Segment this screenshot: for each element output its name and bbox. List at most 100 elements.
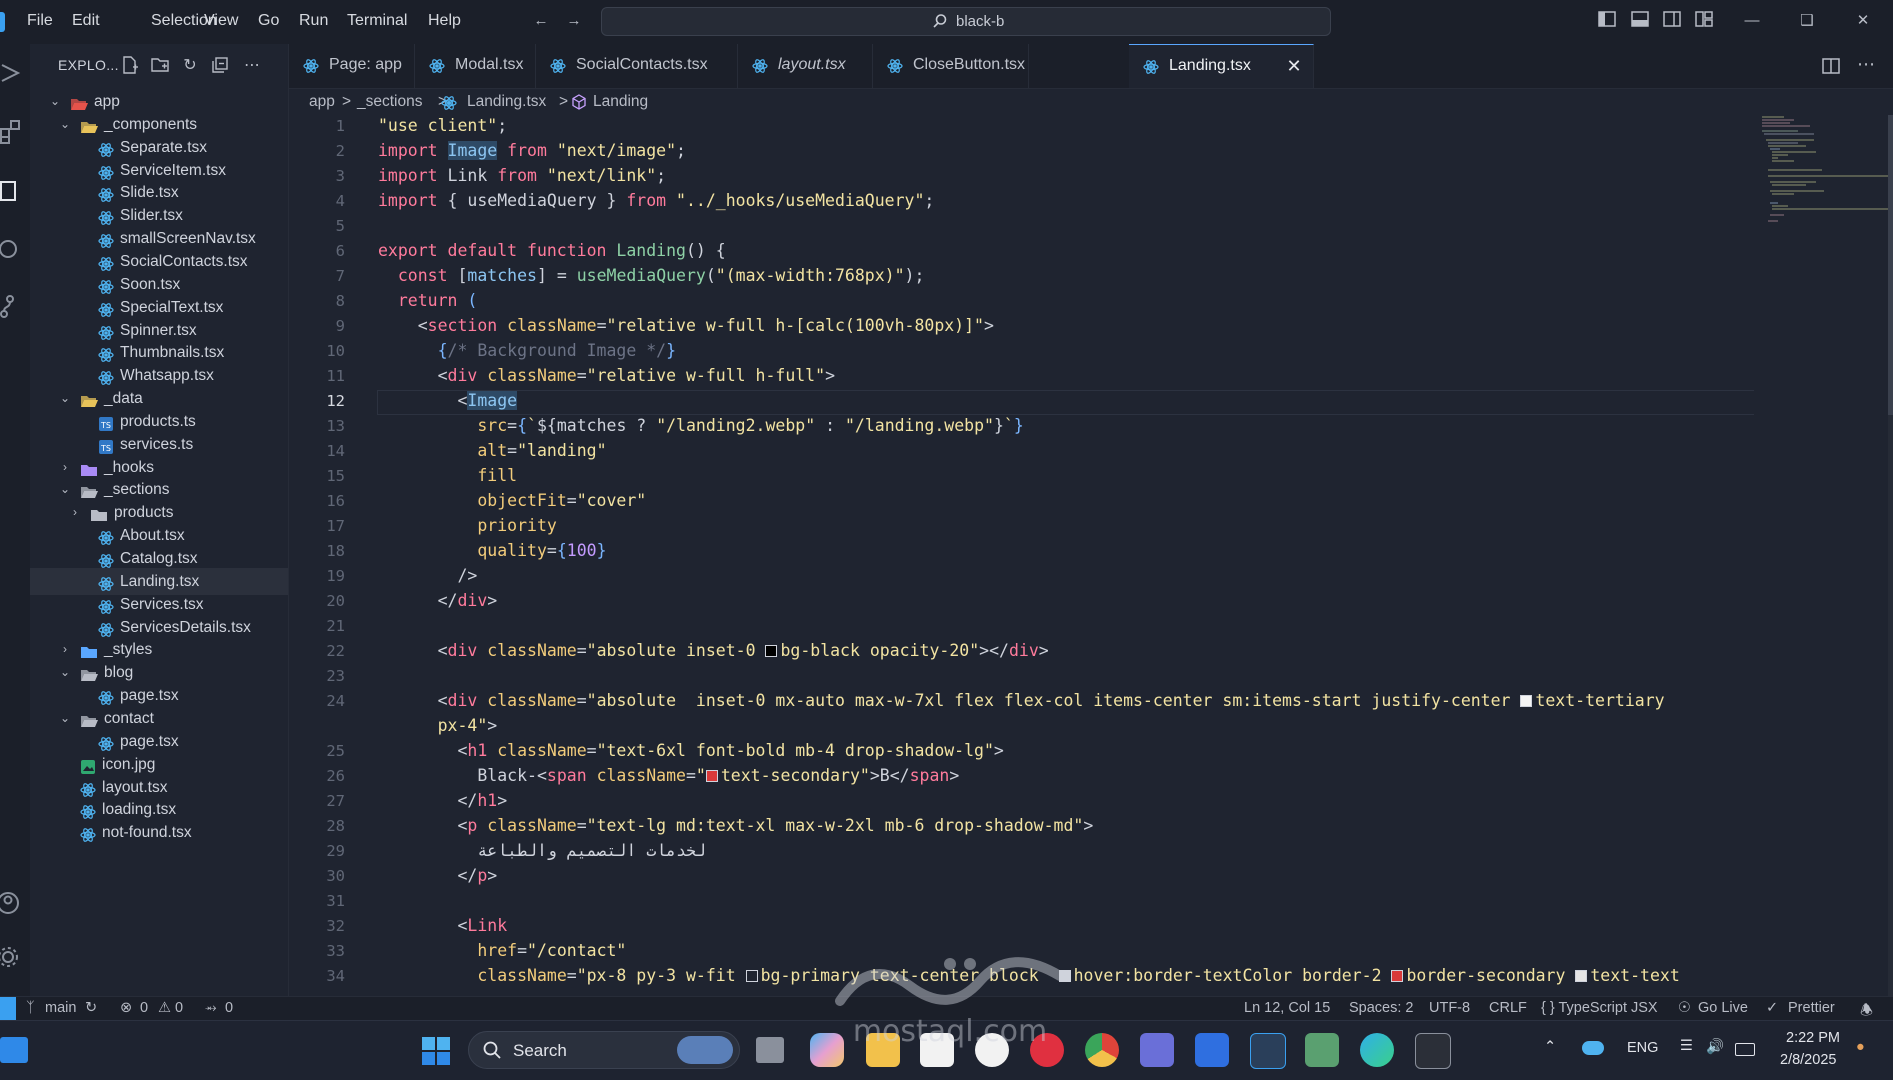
close-window-icon[interactable]: ✕ [1853,11,1873,31]
code-line[interactable]: import Link from "next/link"; [378,166,666,185]
code-line[interactable]: const [matches] = useMediaQuery("(max-wi… [378,266,925,285]
code-line[interactable]: لخدمات التصميم والطباعة [378,841,705,860]
wifi-icon[interactable]: ☰ [1680,1038,1693,1054]
toggle-primary-sidebar-icon[interactable] [1597,11,1617,31]
widgets-icon[interactable] [0,1037,28,1063]
menu-item-view[interactable]: View [204,12,238,30]
breadcrumb-item[interactable]: _sections [357,93,422,111]
back-arrow-icon[interactable]: ← [531,11,551,31]
menu-item-file[interactable]: File [27,12,53,30]
notepad-icon[interactable] [1305,1033,1339,1067]
color-swatch[interactable] [1391,970,1404,982]
end-of-line[interactable]: CRLF [1489,1000,1527,1016]
chrome-icon[interactable] [1085,1033,1119,1067]
branch-name[interactable]: main [45,1000,76,1016]
code-line[interactable]: quality={100} [378,541,606,560]
remote-indicator[interactable] [0,997,16,1021]
restore-icon[interactable]: ❑ [1797,11,1817,31]
code-line[interactable]: </h1> [378,791,507,810]
new-folder-icon[interactable] [150,56,170,76]
input-language[interactable]: ENG [1627,1040,1658,1056]
code-line[interactable]: <section className="relative w-full h-[c… [378,316,994,335]
code-line[interactable]: <div className="absolute inset-0 bg-blac… [378,641,1049,660]
clock-date[interactable]: 2/8/2025 [1780,1052,1836,1068]
code-line[interactable]: return ( [378,291,477,310]
split-editor-icon[interactable] [1822,57,1840,80]
vscode-taskbar-icon[interactable] [1250,1033,1286,1069]
taskbar-search[interactable]: Search [468,1031,740,1069]
vscode-logo-icon[interactable] [0,12,5,32]
code-line[interactable]: src={`${matches ? "/landing2.webp" : "/l… [378,416,1023,435]
code-line[interactable]: /> [378,566,477,585]
toggle-panel-icon[interactable] [1630,11,1650,31]
editor-tab[interactable]: Modal.tsx [415,44,536,88]
code-line[interactable]: objectFit="cover" [378,491,646,510]
command-center[interactable]: black-b [601,7,1331,36]
breadcrumb-item[interactable]: app [309,93,335,111]
run-debug-icon[interactable] [0,60,26,86]
menu-item-terminal[interactable]: Terminal [347,12,407,30]
code-line[interactable]: Black-<span className=" text-secondary">B… [378,766,959,785]
code-line[interactable]: </p> [378,866,497,885]
indentation[interactable]: Spaces: 2 [1349,1000,1414,1016]
customize-layout-icon[interactable] [1694,11,1714,31]
volume-icon[interactable]: 🔊 [1706,1038,1724,1055]
code-editor[interactable]: 1 "use client"; 2 import Image from "next/i… [289,115,1754,996]
search-activity-icon[interactable] [0,237,26,263]
terminal-icon[interactable] [1415,1033,1451,1069]
menu-item-go[interactable]: Go [258,12,279,30]
toggle-secondary-sidebar-icon[interactable] [1662,11,1682,31]
breadcrumb-item[interactable]: Landing.tsx [467,93,546,111]
warning-count[interactable]: 0 [175,1000,183,1016]
editor-more-actions-icon[interactable]: ⋯ [1857,54,1875,75]
clock-time[interactable]: 2:22 PM [1786,1030,1840,1046]
refresh-icon[interactable]: ↻ [180,56,200,76]
onedrive-icon[interactable] [1582,1041,1604,1055]
more-actions-icon[interactable]: ⋯ [242,56,262,76]
collapse-all-icon[interactable] [210,56,230,76]
menu-item-run[interactable]: Run [299,12,328,30]
cursor-position[interactable]: Ln 12, Col 15 [1244,1000,1330,1016]
encoding[interactable]: UTF-8 [1429,1000,1470,1016]
forward-arrow-icon[interactable]: → [564,11,584,31]
sync-icon[interactable]: ↻ [85,1000,97,1016]
breadcrumb-item[interactable]: Landing [593,93,648,111]
code-line[interactable]: export default function Landing() { [378,241,726,260]
color-swatch[interactable] [765,645,778,657]
power-automate-icon[interactable] [1195,1033,1229,1067]
go-live-button[interactable]: Go Live [1698,1000,1748,1016]
menu-item-edit[interactable]: Edit [72,12,100,30]
code-line[interactable]: px-4"> [378,716,498,735]
start-button-icon[interactable] [421,1036,451,1066]
minimize-icon[interactable]: — [1742,11,1762,31]
code-line[interactable]: <div className="relative w-full h-full"> [378,366,835,385]
ports-icon[interactable]: ⥇ [205,1000,217,1016]
code-line[interactable]: <p className="text-lg md:text-xl max-w-2… [378,816,1093,835]
error-count[interactable]: 0 [140,1000,148,1016]
code-line[interactable]: <div className="absolute inset-0 mx-auto… [378,691,1665,710]
color-swatch[interactable] [745,970,758,982]
task-view-icon[interactable] [756,1037,784,1063]
menu-item-help[interactable]: Help [428,12,461,30]
language-mode[interactable]: { } TypeScript JSX [1541,1000,1658,1016]
code-line[interactable]: priority [378,516,556,535]
code-line[interactable]: fill [378,466,517,485]
code-line[interactable]: </div> [378,591,498,610]
code-line[interactable]: <Image [378,391,518,410]
editor-tab[interactable]: Landing.tsx ✕ [1129,44,1314,88]
code-line[interactable]: "use client"; [378,116,507,135]
explorer-icon[interactable] [0,179,26,205]
ports-count[interactable]: 0 [225,1000,233,1016]
color-swatch[interactable] [705,770,718,782]
warning-icon[interactable]: ⚠ [158,1000,171,1016]
color-swatch[interactable] [1520,695,1533,707]
battery-icon[interactable] [1735,1043,1755,1056]
editor-tab[interactable]: CloseButton.tsx [873,44,1029,88]
code-line[interactable]: import { useMediaQuery } from "../_hooks… [378,191,934,210]
code-line[interactable]: import Image from "next/image"; [378,141,686,160]
accounts-icon[interactable] [0,890,26,916]
prettier-button[interactable]: Prettier [1788,1000,1835,1016]
code-line[interactable]: <h1 className="text-6xl font-bold mb-4 d… [378,741,1003,760]
error-icon[interactable]: ⊗ [120,1000,132,1016]
editor-tab[interactable]: SocialContacts.tsx [536,44,738,88]
